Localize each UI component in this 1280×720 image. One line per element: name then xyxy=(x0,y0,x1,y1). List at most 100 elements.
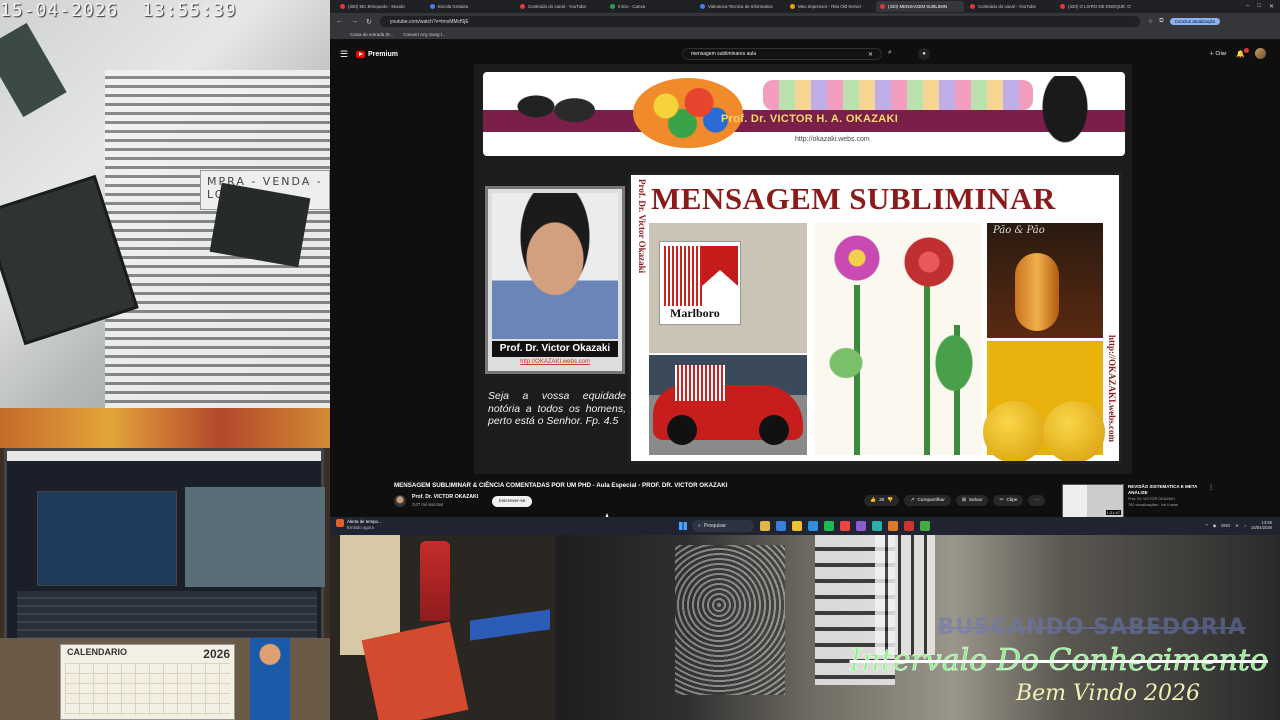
app-icon[interactable] xyxy=(904,521,914,531)
menu-icon[interactable]: ☰ xyxy=(340,49,356,60)
video-player[interactable]: Prof. Dr. VICTOR H. A. OKAZAKI http://ok… xyxy=(474,64,1132,474)
extensions-icon[interactable]: ⧉ xyxy=(1159,18,1163,25)
browser-tab-active[interactable]: (420) MENSAGEM SUBLIMIN xyxy=(876,1,964,12)
youtube-icon xyxy=(1060,4,1065,9)
clip-button[interactable]: ✂ Clipe xyxy=(993,495,1024,506)
app-icon[interactable] xyxy=(920,521,930,531)
suggested-video-title[interactable]: REVISÃO SISTEMATICA E META ANÁLISE xyxy=(1128,484,1208,495)
url-input[interactable]: youtube.com/watch?v=tmvMMcf0jE xyxy=(379,16,1140,27)
star-icon[interactable]: ☆ xyxy=(1148,18,1153,25)
page-icon xyxy=(700,4,705,9)
browser-tab[interactable]: (420) O LIVRO DE ENOQUE: O xyxy=(1056,1,1144,12)
browser-tab[interactable]: Videoteca Tecnica de Informatica xyxy=(696,1,784,12)
video-title: MENSAGEM SUBLIMINAR & CIÊNCIA COMENTADAS… xyxy=(394,482,728,489)
weather-icon xyxy=(336,519,344,527)
weather-alert[interactable]: Alerta de tempo... Emitido agora xyxy=(336,519,382,530)
taskbar: Alerta de tempo... Emitido agora ⌕ Pesqui… xyxy=(330,517,1280,535)
youtube-play-icon xyxy=(356,50,365,58)
folder-icon[interactable] xyxy=(792,521,802,531)
poster-side-label: Prof. Dr. Victor Okazaki xyxy=(637,179,647,274)
network-icon[interactable]: ◉ xyxy=(1213,523,1217,528)
create-button[interactable]: ＋ Criar xyxy=(1209,50,1226,57)
camera-timestamp: 15-04-2026 13:55:39 xyxy=(0,0,237,21)
calendar-year: 2026 xyxy=(203,647,230,661)
app-icon[interactable] xyxy=(824,521,834,531)
language-indicator[interactable]: ENG xyxy=(1221,523,1230,528)
monitor-video-thumb xyxy=(185,487,325,587)
portrait-link: http://OKAZAKI.webs.com xyxy=(520,359,590,365)
browser-tab[interactable]: Meu Impressor - Rita Old Server xyxy=(786,1,874,12)
forward-icon[interactable]: → xyxy=(351,18,358,25)
channel-avatar[interactable] xyxy=(394,495,406,507)
app-icon[interactable] xyxy=(888,521,898,531)
suggested-video-thumbnail[interactable]: 1:21:47 xyxy=(1062,484,1124,518)
bookmark-item[interactable]: Convert Any Song t... xyxy=(403,32,446,37)
camera-feed-desk: CALENDARIO 2026 xyxy=(0,408,330,720)
portrait-caption: Prof. Dr. Victor Okazaki xyxy=(492,341,618,357)
browser-tab[interactable]: Escola Gratuita xyxy=(426,1,514,12)
reload-icon[interactable]: ↻ xyxy=(366,18,372,26)
app-icon[interactable] xyxy=(856,521,866,531)
camera-feed-street: BUSCANDO SABEDORIA Intervalo Do Conhecim… xyxy=(555,535,1280,720)
youtube-icon xyxy=(880,4,885,9)
video-info: MENSAGEM SUBLIMINAR & CIÊNCIA COMENTADAS… xyxy=(330,476,1280,518)
close-icon[interactable]: ✕ xyxy=(1269,3,1274,10)
taskbar-search[interactable]: ⌕ Pesquisar xyxy=(692,520,754,532)
clear-search-icon[interactable]: ✕ xyxy=(868,51,873,58)
blue-object xyxy=(470,609,550,641)
hanging-laptop xyxy=(0,22,67,118)
more-button[interactable]: ··· xyxy=(1028,495,1046,506)
search-input[interactable]: mensagem subliminares aula ✕ xyxy=(682,48,882,60)
clock[interactable]: 13:55 15/04/2026 xyxy=(1251,520,1272,530)
youtube-icon xyxy=(970,4,975,9)
save-button[interactable]: ⊞ Salvar xyxy=(955,495,989,506)
canva-icon xyxy=(610,4,615,9)
share-button[interactable]: ↗ Compartilhar xyxy=(904,495,951,506)
camera-feed-shelf xyxy=(330,535,555,720)
browser-tab[interactable]: Conteúdo do canal - YouTube xyxy=(966,1,1054,12)
microphone-icon[interactable]: ● xyxy=(918,48,930,60)
page-icon xyxy=(790,4,795,9)
app-icon[interactable] xyxy=(776,521,786,531)
bookmark-icon: ⊞ xyxy=(961,498,966,503)
bible-verse: Seja a vossa equidade notória a todos os… xyxy=(488,390,626,427)
window-controls: – □ ✕ xyxy=(1246,3,1280,10)
notifications-icon[interactable]: 🔔 xyxy=(1236,47,1249,58)
chevron-up-icon[interactable]: ^ xyxy=(1206,523,1208,528)
maximize-icon[interactable]: □ xyxy=(1257,3,1261,10)
app-icon[interactable] xyxy=(872,521,882,531)
orange-banner xyxy=(361,621,469,720)
windows-start-icon[interactable] xyxy=(679,522,687,530)
volume-icon[interactable]: ♪ xyxy=(1244,523,1246,528)
address-bar: ← → ↻ youtube.com/watch?v=tmvMMcf0jE ☆ ⧉… xyxy=(330,13,1280,30)
minimize-icon[interactable]: – xyxy=(1246,3,1249,10)
chrome-icon[interactable] xyxy=(840,521,850,531)
screen: MPRA - VENDA - LOT 15-04-2026 13:55:39 C… xyxy=(0,0,1280,720)
search-icon[interactable]: ⌕ xyxy=(888,49,892,57)
thumbs-down-icon[interactable]: 👎 xyxy=(887,498,893,503)
calendar-title: CALENDARIO xyxy=(67,647,127,657)
browser-tab[interactable]: (300) MC Brinquedo - Mundo xyxy=(336,1,424,12)
bookmark-item[interactable]: Caixa de entrada (9... xyxy=(350,32,393,37)
channel-name[interactable]: Prof. Dr. VICTOR OKAZAKI xyxy=(412,494,478,500)
wifi-icon[interactable]: ≋ xyxy=(1235,523,1239,528)
app-icon[interactable] xyxy=(760,521,770,531)
edge-icon[interactable] xyxy=(808,521,818,531)
finish-update-button[interactable]: Concluir atualização xyxy=(1169,18,1221,25)
subscribe-button[interactable]: Inscrever-se xyxy=(492,496,533,507)
overlay-main-text: Intervalo Do Conhecimento xyxy=(849,643,1268,679)
browser-window: (300) MC Brinquedo - Mundo Escola Gratui… xyxy=(330,0,1280,535)
more-vert-icon[interactable]: ⋮ xyxy=(1208,484,1214,491)
avatar[interactable] xyxy=(1255,48,1266,59)
browser-tab[interactable]: Conteúdo do canal - YouTube xyxy=(516,1,604,12)
back-icon[interactable]: ← xyxy=(336,18,343,25)
browser-tab[interactable]: Início - Canva xyxy=(606,1,694,12)
banner-url: http://okazaki.webs.com xyxy=(795,136,870,143)
youtube-icon xyxy=(340,4,345,9)
subliminal-poster: Prof. Dr. Victor Okazaki MENSAGEM SUBLIM… xyxy=(628,172,1122,464)
wall-decoration xyxy=(0,408,330,448)
subscriber-count: 3,07 mil inscritos xyxy=(412,502,444,507)
banner-athletes xyxy=(503,76,613,152)
like-button[interactable]: 👍 38 👎 xyxy=(864,495,900,506)
youtube-logo[interactable]: Premium xyxy=(356,50,398,58)
